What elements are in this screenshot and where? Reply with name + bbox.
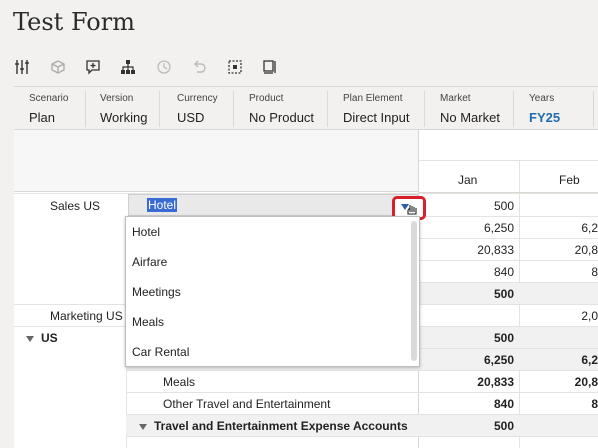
pov-value: No Product xyxy=(249,110,315,125)
cube-icon[interactable] xyxy=(47,56,69,78)
selected-value: Hotel xyxy=(147,198,178,212)
pov-value: Working xyxy=(100,110,148,125)
divider xyxy=(418,216,598,217)
pov-product[interactable]: Product No Product xyxy=(234,91,328,127)
cell-jan[interactable]: 500 xyxy=(450,331,514,345)
pov-value: Plan xyxy=(29,110,56,125)
grid-corner xyxy=(14,130,418,192)
cell-feb[interactable]: 8 xyxy=(560,265,598,279)
pov-value: USD xyxy=(177,110,205,125)
collapse-icon[interactable] xyxy=(26,336,34,342)
pov-version[interactable]: Version Working xyxy=(86,91,160,127)
grid-select-icon[interactable] xyxy=(224,56,246,78)
cell-feb[interactable]: 6,2 xyxy=(560,353,598,367)
account-select[interactable]: Hotel xyxy=(128,194,418,216)
row-header-travel-expense[interactable]: Travel and Entertainment Expense Account… xyxy=(154,419,408,433)
cell-jan[interactable]: 840 xyxy=(450,265,514,279)
cell-feb[interactable]: 20,8 xyxy=(560,375,598,389)
pov-bar: Scenario Plan Version Working Currency U… xyxy=(14,86,598,130)
history-icon[interactable] xyxy=(153,56,175,78)
cell-jan[interactable]: 6,250 xyxy=(450,221,514,235)
divider xyxy=(418,238,598,239)
comment-add-icon[interactable] xyxy=(82,56,104,78)
pov-label: Version xyxy=(100,93,134,104)
cell-jan[interactable]: 500 xyxy=(450,199,514,213)
divider xyxy=(126,392,598,393)
pov-plan-element[interactable]: Plan Element Direct Input xyxy=(328,91,425,127)
pov-label: Scenario xyxy=(29,93,69,104)
toolbar xyxy=(0,56,598,78)
pov-value: FY25 xyxy=(529,110,561,125)
pov-years[interactable]: Years FY25 xyxy=(514,91,594,127)
pov-scenario[interactable]: Scenario Plan xyxy=(14,91,86,127)
page-title: Test Form xyxy=(13,8,135,36)
sliders-icon[interactable] xyxy=(11,56,33,78)
cell-feb[interactable]: 20,8 xyxy=(560,243,598,257)
pov-label: Market xyxy=(440,93,471,104)
menu-item-hotel[interactable]: Hotel xyxy=(132,225,160,239)
menu-item-meetings[interactable]: Meetings xyxy=(132,285,181,299)
pov-label: Plan Element xyxy=(343,93,403,104)
dropdown-menu: Hotel Airfare Meetings Meals Car Rental xyxy=(125,216,420,367)
row-header-sales-us[interactable]: Sales US xyxy=(50,199,100,213)
collapse-icon[interactable] xyxy=(139,424,147,430)
pov-value: No Market xyxy=(440,110,500,125)
row-header-us[interactable]: US xyxy=(41,331,58,345)
cell-jan[interactable]: 840 xyxy=(450,397,514,411)
menu-item-airfare[interactable]: Airfare xyxy=(132,255,167,269)
pov-value: Direct Input xyxy=(343,110,410,125)
cell-feb[interactable]: 6,2 xyxy=(560,221,598,235)
pov-label: Currency xyxy=(177,93,218,104)
divider xyxy=(126,436,598,437)
divider xyxy=(418,260,598,261)
row-header-marketing-us[interactable]: Marketing US xyxy=(50,309,123,323)
cell-feb[interactable]: 8 xyxy=(560,397,598,411)
divider xyxy=(126,370,598,371)
cell-jan[interactable]: 500 xyxy=(450,419,514,433)
cell-jan[interactable]: 6,250 xyxy=(450,353,514,367)
menu-item-car-rental[interactable]: Car Rental xyxy=(132,345,189,359)
undo-icon[interactable] xyxy=(188,56,210,78)
column-header-feb[interactable]: Feb xyxy=(559,173,580,187)
row-header-other-travel[interactable]: Other Travel and Entertainment xyxy=(163,397,330,411)
pov-label: Product xyxy=(249,93,284,104)
cell-feb[interactable]: 2,0 xyxy=(560,309,598,323)
sheet-options-icon[interactable] xyxy=(259,56,281,78)
row-header-meals[interactable]: Meals xyxy=(163,375,195,389)
menu-scrollbar[interactable] xyxy=(411,221,417,361)
cell-jan[interactable]: 20,833 xyxy=(450,375,514,389)
pov-label: Years xyxy=(529,93,555,104)
divider xyxy=(419,160,598,161)
menu-item-meals[interactable]: Meals xyxy=(132,315,164,329)
pov-currency[interactable]: Currency USD xyxy=(160,91,234,127)
pov-market[interactable]: Market No Market xyxy=(425,91,514,127)
column-header-jan[interactable]: Jan xyxy=(458,173,477,187)
cell-jan[interactable]: 500 xyxy=(450,287,514,301)
cell-jan[interactable]: 20,833 xyxy=(450,243,514,257)
hierarchy-icon[interactable] xyxy=(117,56,139,78)
